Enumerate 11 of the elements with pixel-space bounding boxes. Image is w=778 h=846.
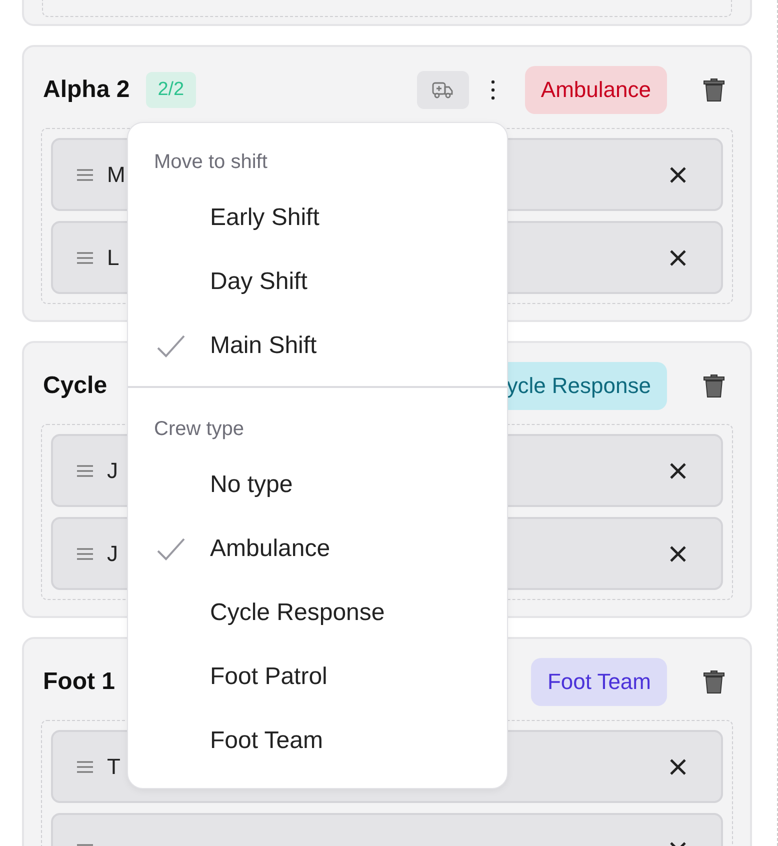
crew-name: Foot 1 <box>43 668 115 696</box>
menu-section-label: Crew type <box>153 418 246 442</box>
crew-name: Cycle <box>43 372 108 400</box>
member-name: J <box>107 540 118 566</box>
member-name: L <box>107 244 120 270</box>
member-name: T <box>107 754 120 780</box>
member-name: J <box>107 458 118 484</box>
member-name: M <box>107 162 126 188</box>
menu-section-label: Move to shift <box>153 151 268 175</box>
member-count: 2/2 <box>146 72 196 108</box>
crew-name: Alpha 2 <box>43 76 130 104</box>
